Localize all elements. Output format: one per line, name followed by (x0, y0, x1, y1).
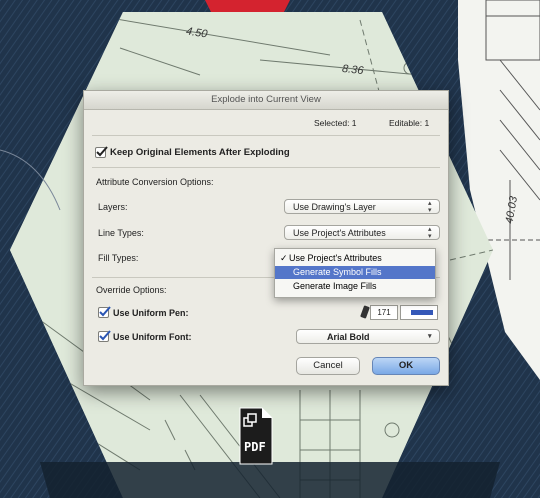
uniform-pen-checkbox[interactable] (98, 306, 111, 318)
menu-item-generate-image-fills[interactable]: Generate Image Fills (275, 280, 435, 293)
line-types-label: Line Types: (98, 228, 144, 238)
editable-count: Editable: 1 (389, 118, 430, 128)
pen-number-field[interactable]: 171 (370, 305, 398, 320)
pen-color-swatch[interactable] (400, 305, 438, 320)
line-types-value: Use Project's Attributes (293, 228, 386, 238)
updown-arrows-icon: ▴ ▾ (428, 200, 432, 214)
fill-types-menu: ✓ Use Project's Attributes Generate Symb… (274, 248, 436, 298)
font-value: Arial Bold (327, 332, 370, 342)
checkmark-icon (99, 306, 111, 317)
layers-popup[interactable]: Use Drawing's Layer ▴ ▾ (284, 199, 440, 214)
cancel-button[interactable]: Cancel (296, 357, 360, 375)
explode-dialog: Explode into Current View Selected: 1 Ed… (83, 90, 449, 386)
divider (92, 135, 440, 136)
fill-types-label: Fill Types: (98, 253, 139, 263)
menu-item-use-project-attributes[interactable]: ✓ Use Project's Attributes (275, 252, 435, 265)
override-section-heading: Override Options: (96, 285, 167, 295)
checkmark-icon (96, 146, 108, 157)
dimension-label: 8.36 (341, 62, 364, 78)
layers-label: Layers: (98, 202, 128, 212)
uniform-font-label[interactable]: Use Uniform Font: (113, 332, 192, 342)
divider (92, 167, 440, 168)
uniform-font-checkbox[interactable] (98, 330, 111, 342)
pdf-label: PDF (244, 440, 266, 454)
line-types-popup[interactable]: Use Project's Attributes ▴ ▾ (284, 225, 440, 240)
menu-item-generate-symbol-fills[interactable]: Generate Symbol Fills (275, 266, 435, 279)
pen-icon (360, 305, 370, 319)
chevron-down-icon: ▾ (428, 333, 432, 340)
checkmark-icon: ✓ (280, 253, 288, 263)
pen-number: 171 (377, 308, 391, 317)
dialog-title: Explode into Current View (84, 91, 448, 110)
font-popup[interactable]: Arial Bold ▾ (296, 329, 440, 344)
uniform-pen-label[interactable]: Use Uniform Pen: (113, 308, 189, 318)
keep-original-label[interactable]: Keep Original Elements After Exploding (110, 147, 290, 158)
selected-count: Selected: 1 (314, 118, 357, 128)
pdf-icon: PDF (232, 406, 276, 466)
keep-original-checkbox[interactable] (95, 146, 108, 158)
updown-arrows-icon: ▴ ▾ (428, 226, 432, 240)
ok-button[interactable]: OK (372, 357, 440, 375)
layers-value: Use Drawing's Layer (293, 202, 376, 212)
attribute-section-heading: Attribute Conversion Options: (96, 177, 214, 187)
checkmark-icon (99, 330, 111, 341)
